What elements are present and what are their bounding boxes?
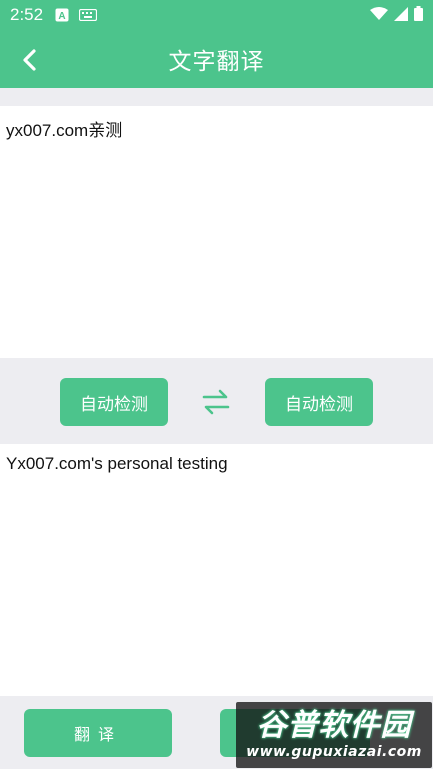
watermark-url: www.gupuxiazai.com — [246, 744, 422, 760]
language-selector-row: 自动检测 自动检测 — [0, 358, 433, 444]
swap-languages-button[interactable] — [200, 388, 232, 416]
wifi-icon — [370, 6, 388, 25]
source-text-area[interactable]: yx007.com亲测 — [0, 106, 433, 358]
swap-arrows-icon — [202, 389, 230, 415]
page-title: 文字翻译 — [168, 49, 265, 75]
keyboard-icon — [79, 9, 98, 21]
cell-signal-icon — [394, 6, 408, 25]
chevron-left-icon — [23, 49, 36, 71]
screen: 2:52 A 文字翻译 yx007.com亲测 自动检测 自动检测 Yx007.… — [0, 0, 433, 769]
result-text: Yx007.com's personal testing — [6, 454, 228, 473]
status-bar: 2:52 A — [0, 0, 433, 30]
result-text-area[interactable]: Yx007.com's personal testing — [0, 444, 433, 696]
target-language-button[interactable]: 自动检测 — [265, 378, 373, 426]
a-badge-icon: A — [55, 8, 69, 22]
status-time: 2:52 — [10, 5, 44, 24]
source-language-button[interactable]: 自动检测 — [60, 378, 168, 426]
back-button[interactable] — [14, 44, 46, 76]
source-text: yx007.com亲测 — [6, 121, 123, 140]
app-bar: 文字翻译 — [0, 30, 433, 88]
svg-text:A: A — [58, 11, 65, 22]
watermark: 谷普软件园 www.gupuxiazai.com — [236, 702, 432, 768]
watermark-title: 谷普软件园 — [256, 708, 412, 743]
translate-button[interactable]: 翻译 — [24, 709, 172, 757]
battery-icon — [414, 5, 423, 25]
status-right-icons — [370, 5, 423, 25]
